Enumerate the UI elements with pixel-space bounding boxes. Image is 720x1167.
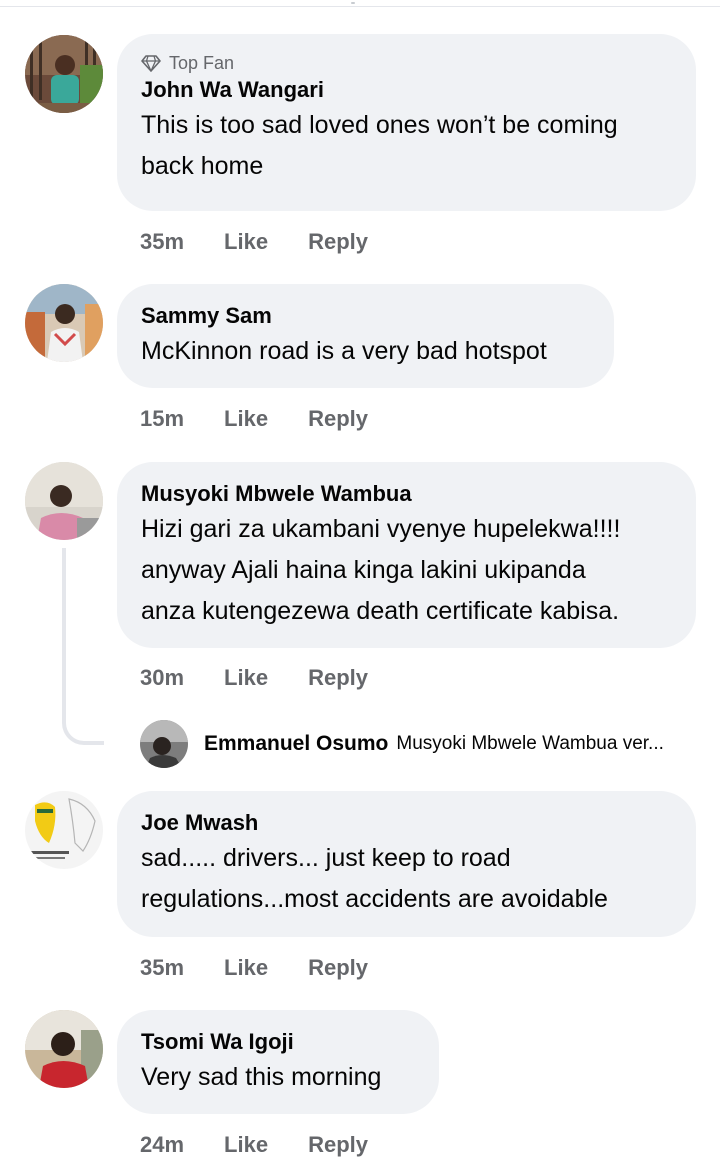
scroll-indicator (351, 2, 355, 4)
avatar[interactable] (25, 284, 103, 362)
thread-connector (62, 548, 104, 745)
like-button[interactable]: Like (224, 406, 268, 432)
like-button[interactable]: Like (224, 665, 268, 691)
reply-button[interactable]: Reply (308, 1132, 368, 1158)
avatar[interactable] (25, 35, 103, 113)
comment-actions: 15m Like Reply (140, 406, 408, 432)
reply-preview[interactable]: Emmanuel Osumo Musyoki Mbwele Wambua ver… (140, 719, 664, 769)
comment-text-line: anza kutengezewa death certificate kabis… (141, 597, 620, 625)
comment-text-line: This is too sad loved ones won’t be comi… (141, 111, 618, 139)
reply-button[interactable]: Reply (308, 955, 368, 981)
comment-actions: 35m Like Reply (140, 955, 408, 981)
comment-bubble: Sammy Sam McKinnon road is a very bad ho… (117, 284, 614, 388)
top-fan-badge: Top Fan (141, 51, 672, 75)
reply-button[interactable]: Reply (308, 229, 368, 255)
reply-preview-text: Musyoki Mbwele Wambua ver... (396, 733, 664, 754)
comment-bubble: Top Fan John Wa Wangari This is too sad … (117, 34, 696, 211)
comment-text-line: Hizi gari za ukambani vyenye hupelekwa!!… (141, 515, 621, 543)
avatar[interactable] (25, 791, 103, 869)
like-button[interactable]: Like (224, 1132, 268, 1158)
diamond-icon (141, 55, 161, 72)
comment-bubble: Joe Mwash sad..... drivers... just keep … (117, 791, 696, 937)
comment-actions: 30m Like Reply (140, 665, 408, 691)
comment-bubble: Musyoki Mbwele Wambua Hizi gari za ukamb… (117, 462, 696, 648)
avatar[interactable] (25, 462, 103, 540)
comment-bubble: Tsomi Wa Igoji Very sad this morning (117, 1010, 439, 1114)
like-button[interactable]: Like (224, 229, 268, 255)
top-divider (0, 0, 720, 7)
badge-label: Top Fan (169, 53, 235, 73)
reply-button[interactable]: Reply (308, 665, 368, 691)
comment-text-line: Very sad this morning (141, 1063, 382, 1091)
timestamp[interactable]: 35m (140, 955, 184, 981)
like-button[interactable]: Like (224, 955, 268, 981)
comment-author[interactable]: Joe Mwash (141, 808, 672, 838)
comment-actions: 35m Like Reply (140, 229, 408, 255)
timestamp[interactable]: 24m (140, 1132, 184, 1158)
comment-author[interactable]: John Wa Wangari (141, 75, 672, 105)
comment-text-line: regulations...most accidents are avoidab… (141, 885, 608, 913)
avatar[interactable] (25, 1010, 103, 1088)
comment-actions: 24m Like Reply (140, 1132, 408, 1158)
reply-author[interactable]: Emmanuel Osumo (204, 732, 388, 756)
avatar[interactable] (140, 720, 188, 768)
comment-author[interactable]: Tsomi Wa Igoji (141, 1027, 415, 1057)
timestamp[interactable]: 30m (140, 665, 184, 691)
comment-text-line: McKinnon road is a very bad hotspot (141, 337, 547, 365)
comment-author[interactable]: Sammy Sam (141, 301, 590, 331)
comment-author[interactable]: Musyoki Mbwele Wambua (141, 479, 672, 509)
comment-text-line: back home (141, 152, 264, 180)
comment-text-line: anyway Ajali haina kinga lakini ukipanda (141, 556, 586, 584)
comment-text-line: sad..... drivers... just keep to road (141, 844, 511, 872)
reply-button[interactable]: Reply (308, 406, 368, 432)
timestamp[interactable]: 15m (140, 406, 184, 432)
timestamp[interactable]: 35m (140, 229, 184, 255)
